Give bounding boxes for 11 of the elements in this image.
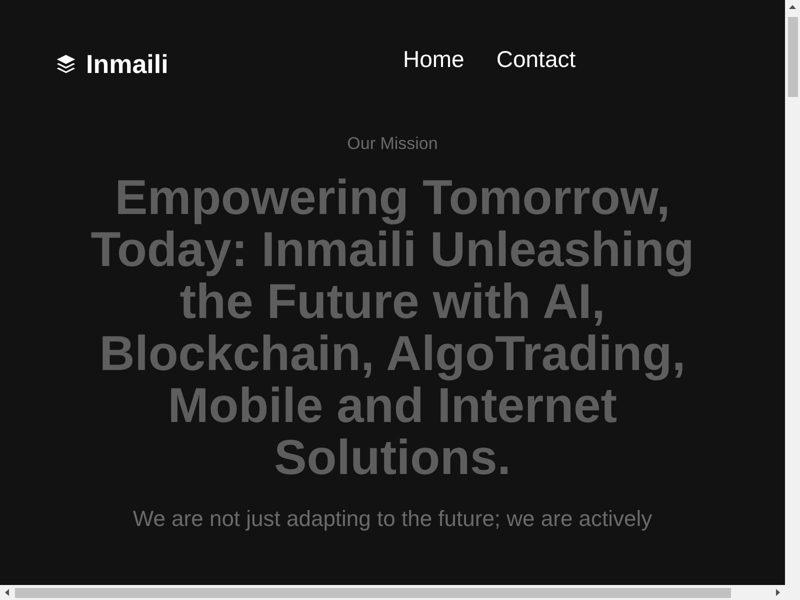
- brand-name: Inmaili: [86, 48, 168, 80]
- layers-icon: [55, 53, 77, 75]
- vertical-scrollbar[interactable]: [785, 0, 800, 585]
- hero-text: We are not just adapting to the future; we are actively: [132, 506, 652, 532]
- nav-link[interactable]: Home: [403, 46, 464, 72]
- hero-headline: Empowering Tomorrow, Today: Inmaili Unleashing the Future with AI, Blockchain, AlgoTrading, Mobile and Internet Solutions.: [90, 172, 696, 484]
- scrollbar-thumb[interactable]: [15, 588, 731, 598]
- nav-link[interactable]: Contact: [496, 46, 576, 72]
- section-label: Our Mission: [347, 134, 438, 154]
- scrollbar-thumb[interactable]: [788, 17, 798, 97]
- horizontal-scrollbar[interactable]: [0, 585, 785, 600]
